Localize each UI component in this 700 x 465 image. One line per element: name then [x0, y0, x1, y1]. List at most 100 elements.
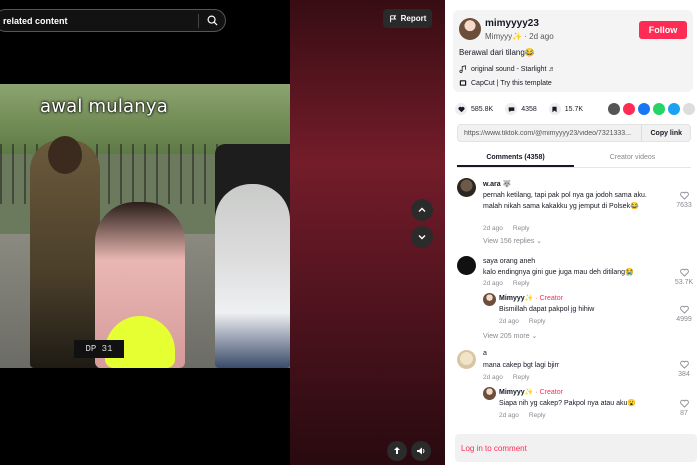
reply-like[interactable]: 4999: [671, 305, 697, 323]
search-input[interactable]: related content: [0, 16, 198, 26]
comment-author[interactable]: saya orang aneh: [483, 258, 535, 265]
scene-officer-head: [48, 136, 82, 174]
template-icon: [459, 80, 467, 86]
comment-date: 2d ago: [483, 225, 503, 232]
heart-icon: [679, 360, 689, 369]
comment-date: 2d ago: [483, 280, 503, 287]
avatar[interactable]: [483, 293, 496, 306]
tab-creator-videos[interactable]: Creator videos: [574, 150, 691, 167]
author-username[interactable]: mimyyyy23: [485, 18, 539, 29]
comment-text: pernah ketilang, tapi pak pol nya ga jod…: [483, 192, 647, 210]
heart-icon: [679, 191, 689, 200]
whatsapp-share-icon[interactable]: [653, 103, 665, 115]
sound-link[interactable]: original sound - Starlight ♬: [459, 65, 555, 73]
embed-share-icon[interactable]: [608, 103, 620, 115]
more-share-icon[interactable]: [683, 103, 695, 115]
report-button[interactable]: Report: [383, 9, 432, 28]
scene-license-plate: DP 31: [74, 340, 124, 358]
volume-icon: [417, 447, 425, 455]
reply-meta: 2d ago Reply: [499, 412, 546, 419]
comment-count: 4358: [521, 105, 537, 113]
copy-link-button[interactable]: Copy link: [641, 125, 690, 141]
tab-comments[interactable]: Comments (4358): [457, 150, 574, 167]
share-link-text[interactable]: https://www.tiktok.com/@mimyyyy23/video/…: [458, 130, 641, 137]
reply-author[interactable]: Mimyyy✨ · Creator: [499, 388, 563, 396]
reply-text: Siapa nih yg cakep? Pakpol nya atau aku😮: [499, 400, 637, 407]
avatar[interactable]: [483, 387, 496, 400]
comment-date: 2d ago: [483, 374, 503, 381]
search-icon: [207, 15, 218, 26]
video-caption: awal mulanya: [40, 96, 168, 117]
bookmark-icon: [548, 103, 561, 115]
video-description: Berawal dari tilang😂: [459, 48, 535, 57]
scene-police-officer: [30, 140, 100, 368]
music-note-icon: [459, 65, 466, 73]
reply-author[interactable]: Mimyyy✨ · Creator: [499, 294, 563, 302]
reply-button[interactable]: Reply: [529, 412, 546, 419]
save-stat[interactable]: 15.7K: [548, 103, 584, 115]
report-label: Report: [400, 14, 427, 23]
reply-like-count: 87: [680, 410, 688, 417]
engagement-stats: 585.8K 4358 15.7K: [455, 101, 695, 117]
reply-button[interactable]: Reply: [513, 280, 530, 287]
twitter-share-icon[interactable]: [668, 103, 680, 115]
tiktok-video-page: related content Report DP 31 awal mulany…: [0, 0, 700, 465]
comment-author[interactable]: a: [483, 350, 487, 357]
comment-like[interactable]: 7633: [671, 191, 697, 209]
like-stat[interactable]: 585.8K: [455, 103, 493, 115]
search-bar[interactable]: related content: [0, 9, 226, 32]
chevron-down-icon: [418, 235, 426, 240]
send-share-icon[interactable]: [623, 103, 635, 115]
creator-badge: · Creator: [533, 389, 563, 396]
view-replies-button[interactable]: View 205 more ⌄: [483, 332, 537, 340]
heart-icon: [679, 305, 689, 314]
facebook-share-icon[interactable]: [638, 103, 650, 115]
flag-icon: [389, 14, 396, 22]
volume-button[interactable]: [411, 441, 431, 461]
author-nickname-date: Mimyyy✨ · 2d ago: [485, 32, 554, 41]
login-to-comment-link[interactable]: Log in to comment: [461, 444, 527, 453]
floating-player-button[interactable]: [387, 441, 407, 461]
follow-button[interactable]: Follow: [639, 21, 687, 39]
reply-like-count: 4999: [676, 316, 692, 323]
comment-meta: 2d ago Reply: [483, 374, 530, 381]
share-link-box: https://www.tiktok.com/@mimyyyy23/video/…: [457, 124, 691, 142]
reply-button[interactable]: Reply: [513, 374, 530, 381]
reply-button[interactable]: Reply: [513, 225, 530, 232]
comment-item: w.ara 🐺 pernah ketilang, tapi pak pol ny…: [455, 175, 697, 255]
comment-meta: 2d ago Reply: [483, 225, 530, 232]
search-button[interactable]: [199, 10, 225, 31]
comment-text: mana cakep bgt lagi bjirr: [483, 362, 560, 369]
reply-author-name: Mimyyy✨: [499, 295, 534, 302]
comment-icon: [505, 103, 518, 115]
author-card: mimyyyy23 Mimyyy✨ · 2d ago Follow Berawa…: [453, 10, 693, 92]
view-replies-button[interactable]: View 156 replies ⌄: [483, 237, 542, 245]
creator-badge: · Creator: [533, 295, 563, 302]
comment-like-count: 7633: [676, 202, 692, 209]
comment-like[interactable]: 53.7K: [671, 268, 697, 286]
video-pane: related content Report DP 31 awal mulany…: [0, 0, 445, 465]
comment-stat[interactable]: 4358: [505, 103, 537, 115]
video-player[interactable]: DP 31 awal mulanya: [0, 84, 290, 368]
comment-meta: 2d ago Reply: [483, 280, 530, 287]
reply-meta: 2d ago Reply: [499, 318, 546, 325]
avatar[interactable]: [457, 256, 476, 275]
avatar[interactable]: [457, 350, 476, 369]
avatar[interactable]: [457, 178, 476, 197]
login-to-comment-bar[interactable]: Log in to comment: [455, 434, 697, 462]
reply-like[interactable]: 87: [671, 399, 697, 417]
reply-button[interactable]: Reply: [529, 318, 546, 325]
comment-author[interactable]: w.ara 🐺: [483, 180, 511, 188]
previous-video-button[interactable]: [411, 199, 433, 221]
floating-player-icon: [394, 447, 400, 454]
avatar[interactable]: [459, 18, 481, 40]
save-count: 15.7K: [564, 105, 584, 113]
template-link[interactable]: CapCut | Try this template: [459, 79, 552, 87]
reply-date: 2d ago: [499, 412, 519, 419]
scene-girl-hijab: [215, 184, 290, 368]
side-panel: mimyyyy23 Mimyyy✨ · 2d ago Follow Berawa…: [445, 0, 700, 465]
comment-like[interactable]: 384: [671, 360, 697, 378]
heart-icon: [679, 268, 689, 277]
share-icons: [608, 103, 695, 115]
next-video-button[interactable]: [411, 226, 433, 248]
